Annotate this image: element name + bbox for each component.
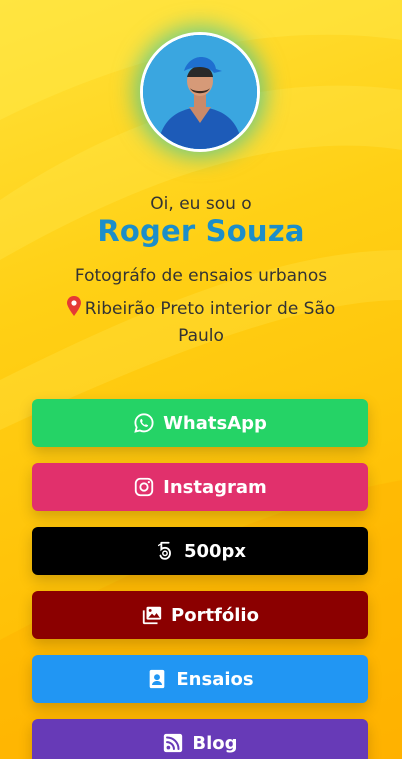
portfolio-button[interactable]: Portfólio [32, 591, 368, 639]
location-pin-icon [66, 296, 81, 316]
whatsapp-label: WhatsApp [163, 412, 267, 434]
500px-button[interactable]: 500px [32, 527, 368, 575]
profile-location: Ribeirão Preto interior de São Paulo [50, 296, 352, 350]
instagram-button[interactable]: Instagram [32, 463, 368, 511]
greeting-text: Oi, eu sou o [150, 194, 252, 214]
whatsapp-icon [133, 412, 155, 434]
blog-button[interactable]: Blog [32, 719, 368, 759]
ensaios-button[interactable]: Ensaios [32, 655, 368, 703]
avatar [140, 32, 260, 152]
instagram-icon [133, 476, 155, 498]
portfolio-label: Portfólio [171, 604, 259, 626]
profile-name: Roger Souza [97, 214, 305, 248]
whatsapp-button[interactable]: WhatsApp [32, 399, 368, 447]
location-text: Ribeirão Preto interior de São Paulo [84, 299, 336, 346]
ensaios-label: Ensaios [176, 668, 254, 690]
portrait-icon [146, 668, 168, 690]
instagram-label: Instagram [163, 476, 267, 498]
profile-tagline: Fotográfo de ensaios urbanos [74, 266, 328, 286]
rss-icon [162, 732, 184, 754]
images-icon [141, 604, 163, 626]
500px-icon [154, 540, 176, 562]
500px-label: 500px [183, 540, 247, 562]
blog-label: Blog [192, 732, 238, 754]
